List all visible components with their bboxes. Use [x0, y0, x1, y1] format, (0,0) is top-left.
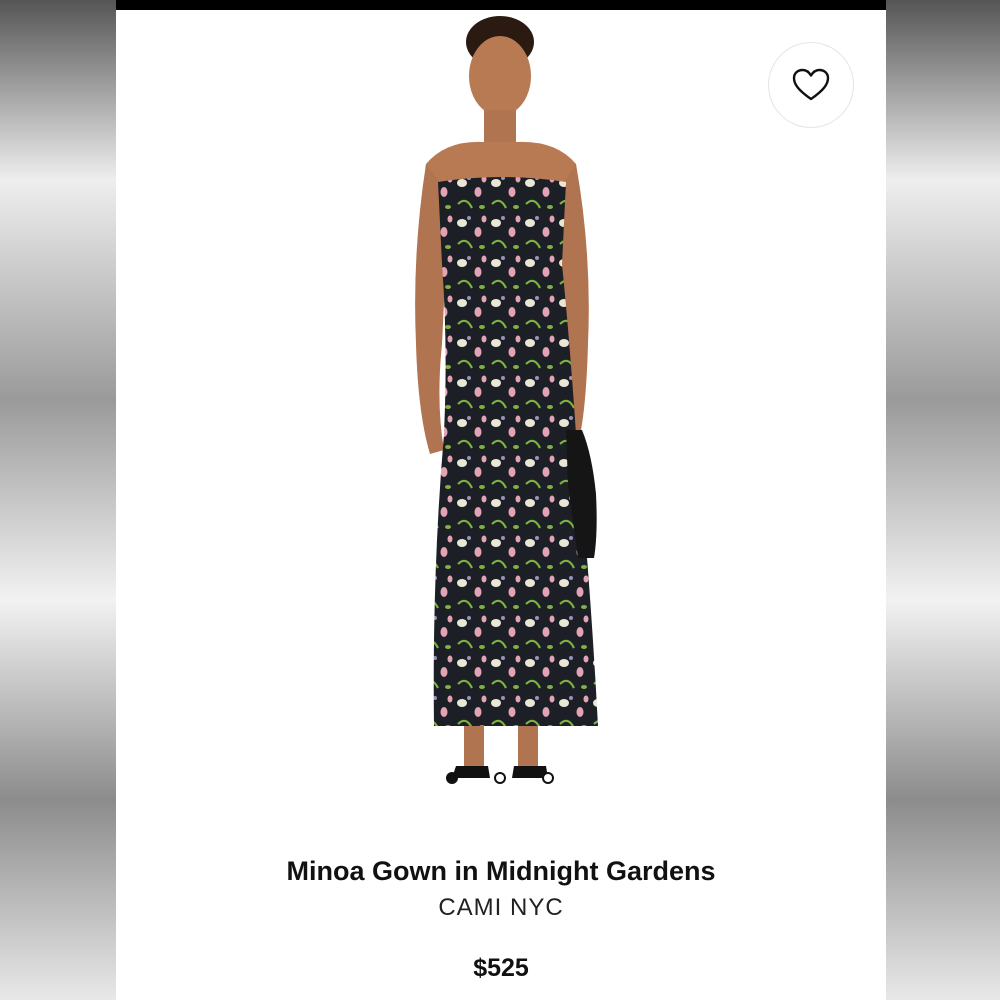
model-face: [469, 36, 531, 116]
product-brand[interactable]: CAMI NYC: [116, 894, 886, 922]
model-neck: [484, 110, 516, 146]
product-image[interactable]: [386, 14, 616, 804]
product-screen: Minoa Gown in Midnight Gardens CAMI NYC …: [116, 0, 886, 1000]
carousel-dot-1[interactable]: [446, 772, 458, 784]
carousel-dot-2[interactable]: [494, 772, 506, 784]
model-left-leg: [464, 726, 484, 770]
status-bar-edge: [116, 0, 886, 10]
model-right-leg: [518, 726, 538, 770]
background-left-panel: [0, 0, 116, 1000]
product-title: Minoa Gown in Midnight Gardens: [286, 856, 716, 886]
image-carousel-dots: [444, 772, 564, 790]
carousel-dot-3[interactable]: [542, 772, 554, 784]
heart-outline-icon: [792, 68, 830, 101]
product-price: $525: [473, 954, 529, 982]
background-right-panel: [886, 0, 1000, 1000]
favorite-button[interactable]: [768, 42, 854, 128]
